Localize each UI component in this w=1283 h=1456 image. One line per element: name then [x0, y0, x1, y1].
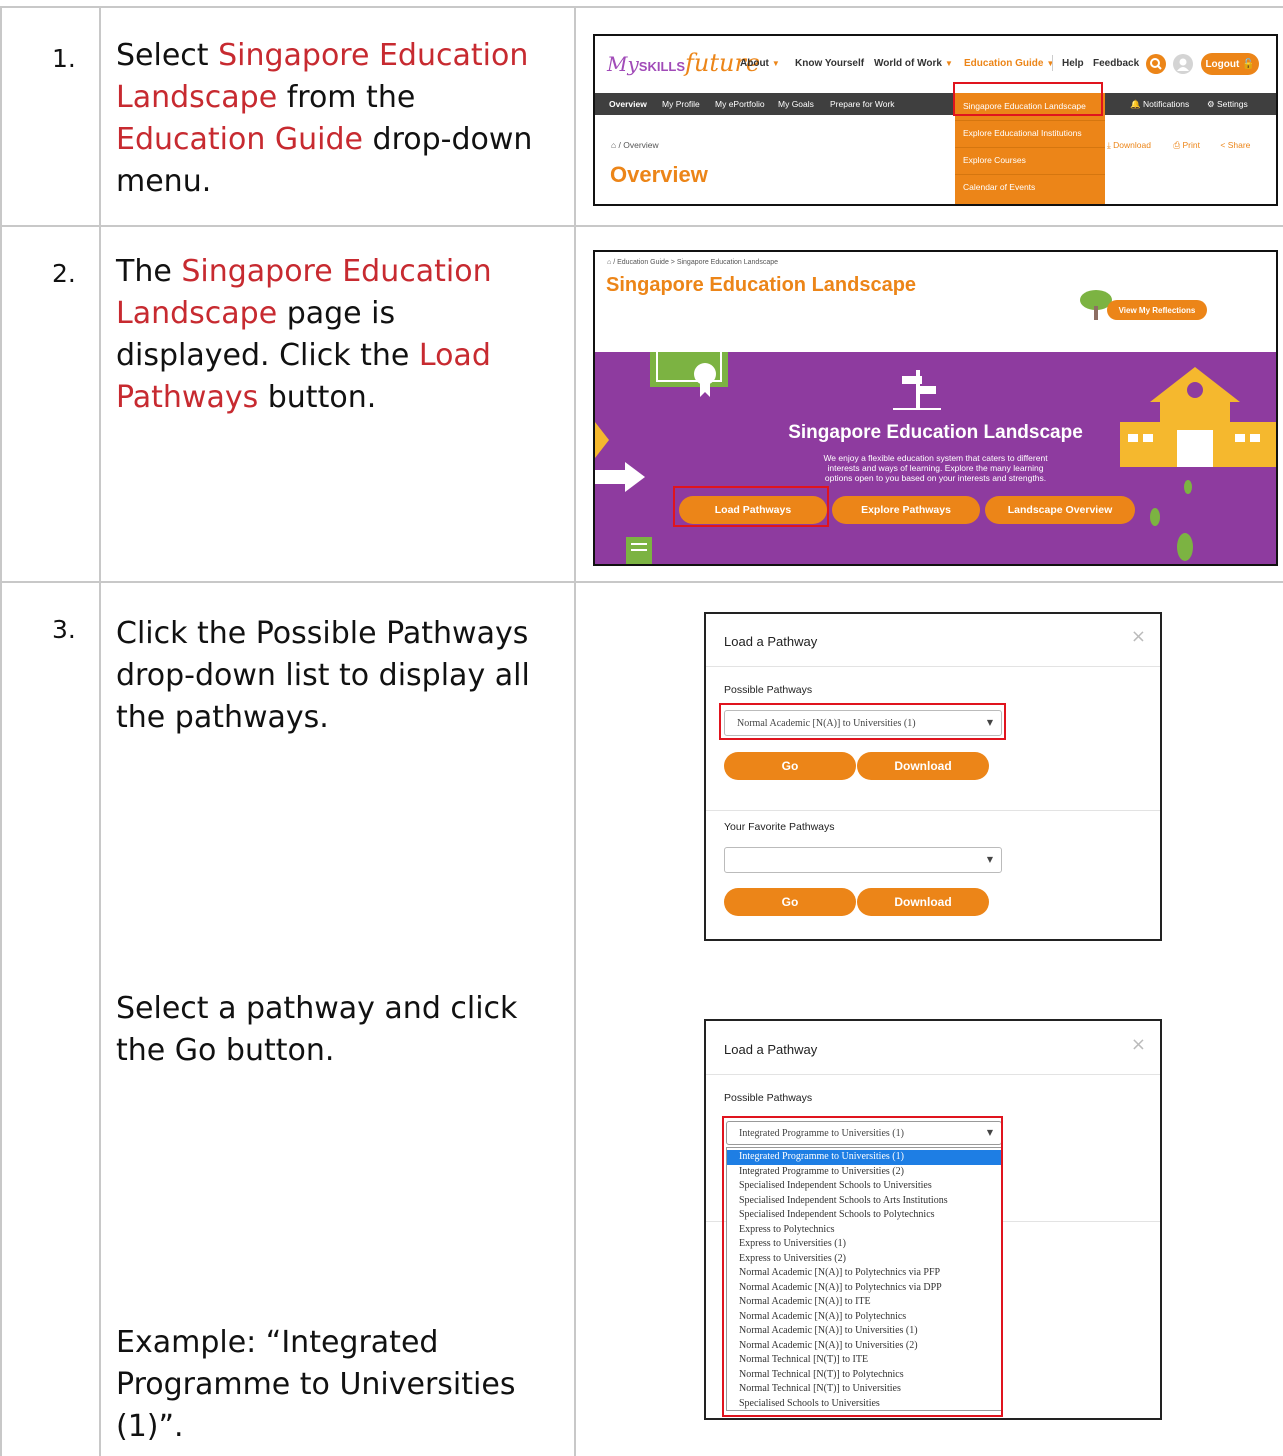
download-icon: ⤓ — [1107, 140, 1111, 150]
home-icon[interactable]: ⌂ — [611, 140, 616, 150]
possible-pathways-label: Possible Pathways — [724, 684, 813, 696]
highlight-box-pathway-list — [722, 1116, 1003, 1417]
nav-education-guide[interactable]: Education Guide ▼ — [964, 58, 1054, 69]
highlight-box-possible-pathways — [719, 703, 1006, 740]
modal-header-divider — [706, 666, 1160, 667]
subnav-prepare-for-work[interactable]: Prepare for Work — [830, 99, 895, 109]
screenshot-menu: MySKILLSfuture About ▼ Know Yourself Worl… — [593, 34, 1278, 206]
nav-divider — [1052, 55, 1053, 71]
subnav-overview[interactable]: Overview — [609, 99, 647, 109]
breadcrumb: ⌂ / Overview — [611, 140, 659, 150]
highlight-box-load-pathways — [673, 486, 829, 527]
nav-know-yourself[interactable]: Know Yourself — [795, 58, 864, 69]
table-border-top — [0, 6, 1283, 8]
step-3-instruction-b: Select a pathway and click the Go button… — [116, 991, 518, 1068]
banner-description: We enjoy a flexible education system tha… — [823, 453, 1048, 483]
top-navigation: MySKILLSfuture About ▼ Know Yourself Worl… — [595, 36, 1276, 88]
download-action[interactable]: ⤓ Download — [1107, 140, 1151, 150]
modal-title: Load a Pathway — [724, 1042, 818, 1057]
modal-header-divider — [706, 1074, 1160, 1075]
subnav-notifications[interactable]: 🔔 Notifications — [1130, 99, 1189, 110]
possible-pathways-label: Possible Pathways — [724, 1092, 813, 1104]
nav-help[interactable]: Help — [1062, 58, 1084, 69]
download-button[interactable]: Download — [857, 888, 989, 916]
favorite-pathways-label: Your Favorite Pathways — [724, 821, 835, 833]
go-button[interactable]: Go — [724, 888, 856, 916]
nav-about[interactable]: About ▼ — [740, 58, 780, 69]
subnav-settings[interactable]: ⚙ Settings — [1207, 99, 1248, 110]
close-icon[interactable]: × — [1131, 1034, 1146, 1055]
step-1-instruction: Select Singapore Education Landscape fro… — [116, 38, 533, 199]
dropdown-divider — [955, 147, 1105, 148]
dropdown-divider — [955, 174, 1105, 175]
table-border-row2 — [0, 581, 1283, 583]
step-number-2: 2. — [52, 259, 76, 288]
step-number-1: 1. — [52, 44, 76, 73]
page-actions: ⤓ Download ⎙ Print < Share — [1107, 140, 1250, 151]
table-border-left — [0, 6, 2, 1456]
step-2-instruction: The Singapore Education Landscape page i… — [116, 254, 492, 415]
step-number-3: 3. — [52, 615, 76, 644]
secondary-navigation: Overview My Profile My ePortfolio My Goa… — [595, 93, 1276, 115]
subnav-my-profile[interactable]: My Profile — [662, 99, 700, 109]
page-title: Singapore Education Landscape — [606, 274, 917, 296]
modal-title: Load a Pathway — [724, 634, 818, 649]
table-col-divider-2 — [574, 6, 576, 1456]
table-col-divider-1 — [99, 6, 101, 1456]
unlock-icon: 🔓 — [1242, 58, 1255, 70]
hero-banner: Singapore Education Landscape We enjoy a… — [595, 352, 1276, 564]
bell-icon: 🔔 — [1130, 99, 1141, 109]
nav-world-of-work[interactable]: World of Work ▼ — [874, 58, 953, 69]
view-my-reflections-button[interactable]: View My Reflections — [1107, 300, 1207, 320]
download-button[interactable]: Download — [857, 752, 989, 780]
search-icon[interactable] — [1146, 54, 1166, 74]
myskillsfuture-logo: MySKILLSfuture — [607, 49, 761, 77]
print-icon: ⎙ — [1173, 140, 1181, 150]
dropdown-item-calendar-of-events[interactable]: Calendar of Events — [963, 182, 1035, 192]
step-3-instruction-c: Example: “Integrated Programme to Univer… — [116, 1325, 516, 1444]
highlight-box-education-landscape — [953, 82, 1103, 116]
landscape-overview-button[interactable]: Landscape Overview — [985, 496, 1135, 524]
table-border-row1 — [0, 225, 1283, 227]
banner-title: Singapore Education Landscape — [788, 422, 1083, 443]
print-action[interactable]: ⎙ Print — [1173, 140, 1200, 150]
load-pathway-modal: Load a Pathway × Possible Pathways Norma… — [704, 612, 1162, 941]
dropdown-divider — [955, 120, 1105, 121]
explore-pathways-button[interactable]: Explore Pathways — [832, 496, 980, 524]
dropdown-item-explore-courses[interactable]: Explore Courses — [963, 155, 1026, 165]
modal-section-divider — [706, 810, 1160, 811]
share-action[interactable]: < Share — [1220, 140, 1250, 150]
user-avatar-icon[interactable] — [1173, 54, 1193, 74]
caret-down-icon: ▼ — [986, 855, 993, 864]
close-icon[interactable]: × — [1131, 626, 1146, 647]
step-3-instruction-a: Click the Possible Pathways drop-down li… — [116, 616, 530, 735]
breadcrumb: ⌂ / Education Guide > Singapore Educatio… — [607, 259, 779, 266]
gear-icon: ⚙ — [1207, 99, 1215, 109]
home-icon[interactable]: ⌂ — [607, 259, 611, 266]
nav-feedback[interactable]: Feedback — [1093, 58, 1139, 69]
page-title: Overview — [610, 162, 708, 187]
go-button[interactable]: Go — [724, 752, 856, 780]
share-icon: < — [1220, 140, 1226, 150]
logout-button[interactable]: Logout 🔓 — [1201, 53, 1259, 75]
subnav-my-goals[interactable]: My Goals — [778, 99, 814, 109]
subnav-my-eportfolio[interactable]: My ePortfolio — [715, 99, 765, 109]
dropdown-item-explore-educational-institutions[interactable]: Explore Educational Institutions — [963, 128, 1082, 138]
favorite-pathways-select[interactable]: ▼ — [724, 847, 1002, 873]
